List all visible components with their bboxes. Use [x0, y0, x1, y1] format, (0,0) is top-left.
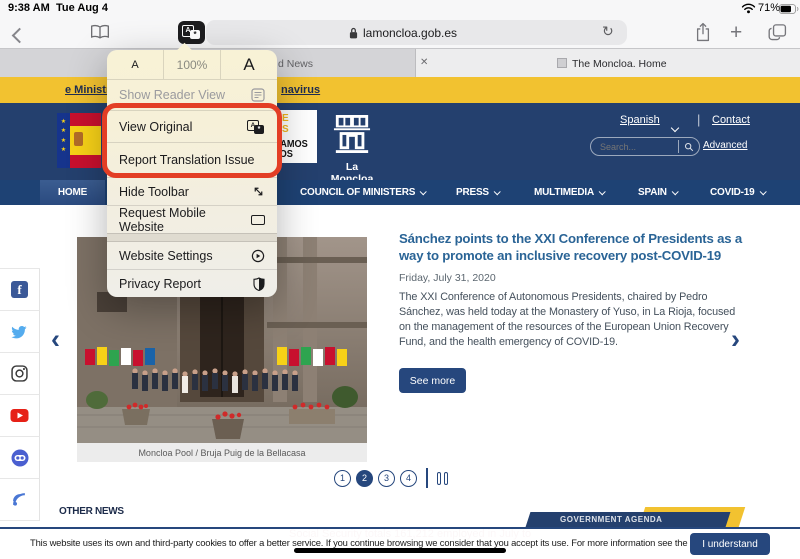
social-sidebar: f [0, 268, 40, 521]
cookie-banner: This website uses its own and third-part… [0, 527, 800, 559]
pause-button[interactable] [437, 472, 448, 485]
spain-eu-flag-logo: ★★★★ [57, 113, 101, 168]
menu-item-website-settings[interactable]: Website Settings [107, 241, 277, 269]
battery-percent: 71% [758, 2, 780, 14]
banner-link-fragment-right[interactable]: navirus [281, 84, 320, 96]
settings-icon [251, 249, 265, 263]
nav-item-covid19[interactable]: COVID-19 [710, 180, 765, 205]
article-title[interactable]: Sánchez points to the XXI Conference of … [399, 231, 747, 265]
lock-icon [349, 26, 358, 44]
article-date: Friday, July 31, 2020 [399, 272, 496, 284]
menu-item-privacy-report[interactable]: Privacy Report [107, 269, 277, 297]
menu-item-view-original[interactable]: View Original A * [107, 110, 277, 142]
search-input[interactable] [591, 142, 678, 152]
menu-item-show-reader-view[interactable]: Show Reader View [107, 79, 277, 110]
chevron-down-icon [599, 188, 606, 195]
chevron-down-icon [759, 188, 766, 195]
cookie-text: This website uses its own and third-part… [30, 537, 757, 548]
flickr-icon[interactable] [0, 437, 40, 479]
menu-item-hide-toolbar[interactable]: Hide Toolbar [107, 177, 277, 205]
search-box [590, 137, 700, 156]
translate-button[interactable]: A * [178, 21, 205, 44]
agenda-label: GOVERNMENT AGENDA [560, 515, 662, 524]
nav-item-home[interactable]: HOME [40, 180, 105, 205]
advanced-search-link[interactable]: Advanced [703, 140, 747, 151]
browser-chrome: 9:38 AM Tue Aug 4 71% A * lamoncloa.gob.… [0, 0, 800, 49]
wifi-icon [741, 3, 756, 17]
screen: 9:38 AM Tue Aug 4 71% A * lamoncloa.gob.… [0, 0, 800, 559]
tabs-button[interactable] [768, 23, 787, 46]
search-icon [684, 142, 694, 152]
tab-active[interactable]: ✕ The Moncloa. Home [415, 49, 800, 78]
search-button[interactable] [678, 140, 699, 153]
article-body: The XXI Conference of Autonomous Preside… [399, 290, 739, 350]
bookmarks-button[interactable] [90, 24, 110, 45]
translate-icon: A * [247, 120, 265, 134]
menu-item-report-translation-issue[interactable]: Report Translation Issue [107, 142, 277, 176]
page-dot-3[interactable]: 3 [378, 470, 395, 487]
menu-item-request-mobile-website[interactable]: Request Mobile Website [107, 205, 277, 233]
close-tab-icon[interactable]: ✕ [420, 57, 428, 68]
book-icon [90, 24, 110, 40]
shield-icon [253, 277, 265, 291]
other-news-heading: OTHER NEWS [59, 506, 124, 517]
carousel-pagination: 1 2 3 4 [334, 468, 448, 488]
font-size-row: A 100% A [107, 50, 277, 79]
reader-icon [251, 88, 265, 102]
back-button[interactable] [14, 28, 25, 46]
rectangle-icon [251, 215, 265, 225]
page-dot-4[interactable]: 4 [400, 470, 417, 487]
campaign-logo: E S AMOS OS [270, 110, 317, 163]
facebook-icon[interactable]: f [0, 269, 40, 311]
see-more-button[interactable]: See more [399, 368, 466, 393]
reload-icon[interactable]: ↻ [602, 23, 614, 40]
nav-item-multimedia[interactable]: MULTIMEDIA [534, 180, 604, 205]
battery-icon [779, 4, 799, 17]
language-selector[interactable]: Spanish [620, 114, 660, 126]
instagram-icon[interactable] [0, 353, 40, 395]
contact-link[interactable]: Contact [712, 114, 750, 126]
chevron-down-icon [671, 188, 678, 195]
chevron-down-icon [494, 188, 501, 195]
new-tab-button[interactable]: + [730, 21, 742, 45]
twitter-icon[interactable] [0, 311, 40, 353]
nav-item-press[interactable]: PRESS [456, 180, 499, 205]
tabs-icon [768, 23, 787, 41]
nav-item-council-of-ministers[interactable]: COUNCIL OF MINISTERS [300, 180, 425, 205]
rss-icon[interactable] [0, 479, 40, 521]
youtube-icon[interactable] [0, 395, 40, 437]
font-smaller-button[interactable]: A [107, 50, 164, 79]
font-larger-button[interactable]: A [220, 50, 277, 79]
tab-favicon [557, 58, 567, 68]
moncloa-logo[interactable]: La Moncloa [333, 114, 380, 185]
moncloa-building-icon [333, 114, 371, 154]
share-icon [695, 22, 711, 42]
page-dot-1[interactable]: 1 [334, 470, 351, 487]
url-text: lamoncloa.gob.es [363, 26, 457, 40]
share-button[interactable] [695, 22, 711, 47]
chevron-down-icon [420, 188, 427, 195]
tab-title: d News [278, 58, 313, 70]
carousel-prev-arrow[interactable]: ‹ [51, 326, 60, 353]
nav-item-spain[interactable]: SPAIN [638, 180, 677, 205]
clock: 9:38 AM [8, 2, 50, 14]
url-bar[interactable]: lamoncloa.gob.es ↻ [206, 20, 627, 45]
tab-title: The Moncloa. Home [572, 58, 667, 70]
home-indicator[interactable] [294, 548, 506, 553]
font-size-value: 100% [164, 50, 220, 79]
date: Tue Aug 4 [56, 2, 108, 14]
status-bar: 9:38 AM Tue Aug 4 71% [0, 2, 800, 16]
page-dot-2-active[interactable]: 2 [356, 470, 373, 487]
page-settings-menu: A 100% A Show Reader View View Original … [107, 50, 277, 297]
chevron-down-icon[interactable] [672, 118, 678, 136]
cookie-accept-button[interactable]: I understand [690, 533, 770, 555]
photo-caption: Moncloa Pool / Bruja Puig de la Bellacas… [77, 443, 367, 462]
resize-diagonal-icon [252, 185, 265, 198]
